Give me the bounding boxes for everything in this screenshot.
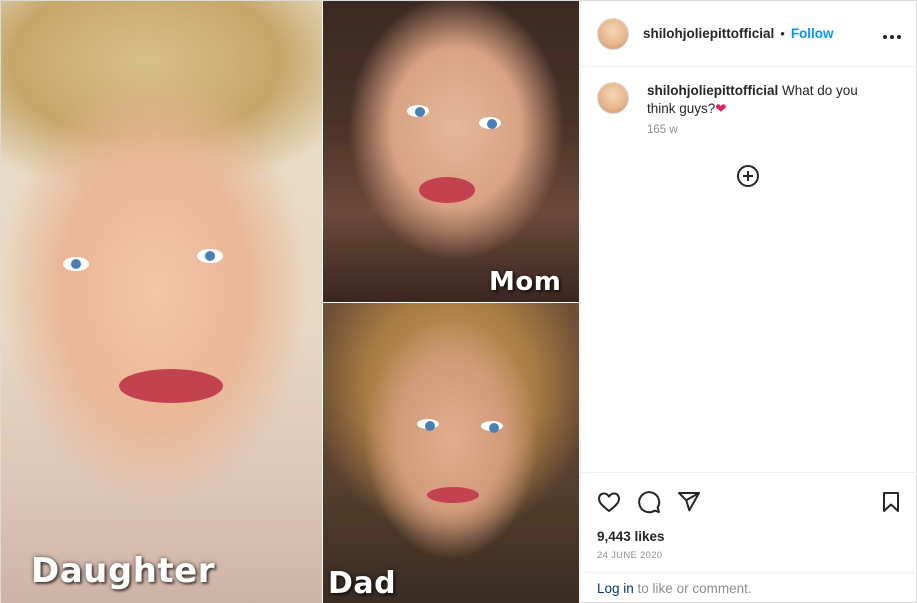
- post-header: shilohjoliepittofficial • Follow: [581, 1, 917, 67]
- avatar[interactable]: [597, 17, 629, 50]
- load-more-comments-icon[interactable]: [736, 164, 760, 188]
- share-icon[interactable]: [677, 490, 701, 514]
- heart-emoji: ❤: [715, 101, 727, 116]
- daughter-label: Daughter: [31, 551, 215, 591]
- caption-username[interactable]: shilohjoliepittofficial: [647, 83, 778, 98]
- dad-photo: [323, 303, 579, 603]
- post-date[interactable]: 24 JUNE 2020: [581, 544, 917, 561]
- follow-button[interactable]: Follow: [791, 26, 834, 41]
- mom-label: Mom: [489, 267, 562, 297]
- login-prompt-text: to like or comment.: [633, 581, 752, 596]
- action-bar: [581, 473, 917, 517]
- instagram-post: Daughter Mom Dad shilohjoliepittofficial…: [0, 0, 917, 603]
- dad-label: Dad: [328, 566, 397, 601]
- header-username[interactable]: shilohjoliepittofficial: [643, 26, 774, 41]
- daughter-photo: [1, 1, 322, 603]
- caption-timestamp[interactable]: 165 w: [647, 124, 917, 136]
- post-media[interactable]: Daughter Mom Dad: [1, 1, 579, 603]
- caption-text-block: shilohjoliepittofficial What do you thin…: [647, 82, 887, 118]
- more-icon[interactable]: [882, 24, 902, 44]
- login-prompt: Log in to like or comment.: [581, 572, 917, 603]
- login-link[interactable]: Log in: [597, 581, 634, 596]
- caption: shilohjoliepittofficial What do you thin…: [581, 68, 917, 118]
- separator-dot: •: [780, 26, 785, 41]
- mom-photo: [323, 1, 579, 302]
- post-actions: 9,443 likes 24 JUNE 2020: [581, 472, 917, 561]
- likes-count[interactable]: 9,443 likes: [581, 517, 917, 544]
- comment-icon[interactable]: [637, 490, 661, 514]
- comments-section: shilohjoliepittofficial What do you thin…: [581, 68, 917, 472]
- like-icon[interactable]: [597, 490, 621, 514]
- post-sidebar: shilohjoliepittofficial • Follow shilohj…: [580, 1, 917, 603]
- caption-avatar[interactable]: [597, 82, 629, 114]
- save-icon[interactable]: [879, 490, 903, 514]
